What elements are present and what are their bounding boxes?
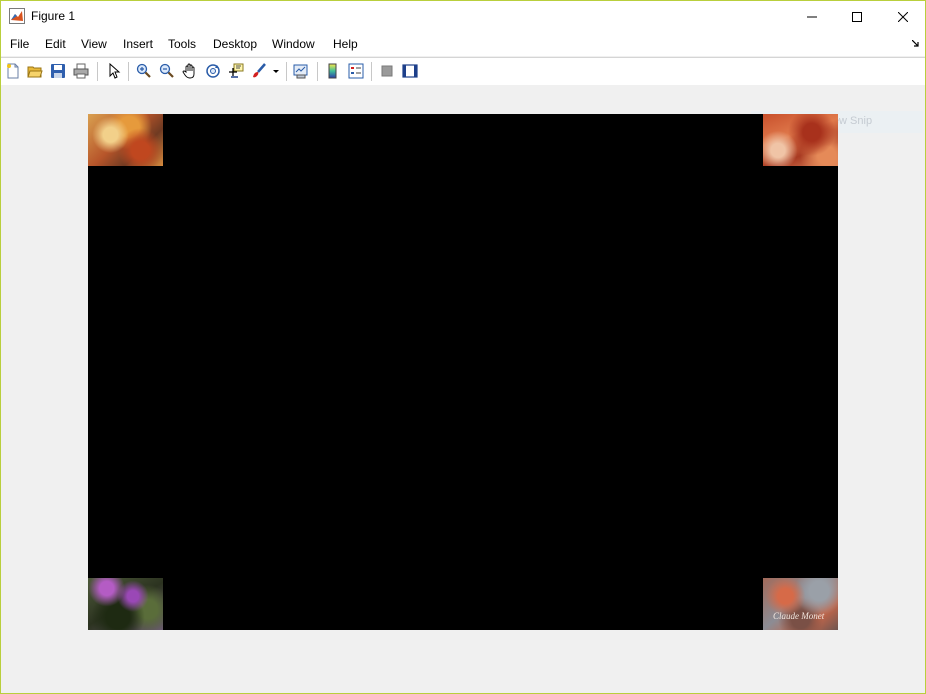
close-button[interactable]: [880, 1, 925, 32]
zoom-out-button[interactable]: [158, 62, 176, 80]
insert-colorbar-button[interactable]: [324, 62, 342, 80]
maximize-button[interactable]: [834, 1, 880, 32]
toolbar-separator: [371, 62, 372, 81]
new-figure-button[interactable]: [4, 62, 22, 80]
dock-arrow-icon[interactable]: [912, 40, 920, 48]
zoom-in-button[interactable]: [135, 62, 153, 80]
pan-icon: [182, 63, 195, 79]
save-figure-icon: [51, 64, 65, 78]
title-bar[interactable]: Figure 1: [1, 1, 925, 32]
save-figure-button[interactable]: [49, 62, 67, 80]
menu-tools[interactable]: Tools: [168, 37, 196, 51]
rotate-3d-icon: [206, 64, 220, 78]
menu-view[interactable]: View: [81, 37, 107, 51]
red-painting-thumbnail: [763, 114, 838, 166]
toolbar-separator: [317, 62, 318, 81]
insert-colorbar-icon: [328, 63, 337, 79]
menu-help[interactable]: Help: [333, 37, 358, 51]
zoom-out-icon: [159, 63, 174, 78]
data-cursor-button[interactable]: [227, 62, 245, 80]
toolbar-separator: [97, 62, 98, 81]
show-plot-tools-button[interactable]: [401, 62, 419, 80]
menu-window[interactable]: Window: [272, 37, 315, 51]
brush-dropdown-button[interactable]: [271, 62, 281, 80]
hide-plot-tools-button[interactable]: [378, 62, 396, 80]
menu-insert[interactable]: Insert: [123, 37, 153, 51]
brush-icon: [253, 63, 266, 78]
toolbar-separator: [286, 62, 287, 81]
open-file-button[interactable]: [26, 62, 44, 80]
figure-window: Figure 1 File Edit View Insert Tools Des…: [0, 0, 926, 694]
autumn-painting-thumbnail: [88, 114, 163, 166]
insert-legend-icon: [348, 63, 364, 79]
print-figure-icon: [73, 63, 89, 79]
hide-plot-tools-icon: [381, 65, 393, 77]
menu-file[interactable]: File: [10, 37, 29, 51]
figure-canvas[interactable]: New Snip Claude Monet: [1, 85, 925, 693]
link-plot-icon: [293, 64, 308, 79]
toolbar-separator: [128, 62, 129, 81]
zoom-in-icon: [136, 63, 151, 78]
new-figure-icon: [7, 63, 19, 79]
maximize-icon: [852, 11, 862, 22]
minimize-icon: [807, 16, 817, 17]
close-icon: [898, 11, 908, 22]
edit-plot-icon: [109, 63, 121, 79]
flower-painting-thumbnail: [88, 578, 163, 630]
menu-edit[interactable]: Edit: [45, 37, 66, 51]
rotate-3d-button[interactable]: [204, 62, 222, 80]
painting-signature: Claude Monet: [773, 611, 825, 621]
image-axes[interactable]: Claude Monet: [88, 114, 838, 630]
edit-plot-button[interactable]: [105, 62, 123, 80]
window-title: Figure 1: [31, 9, 76, 23]
link-plot-button[interactable]: [292, 62, 310, 80]
matlab-icon: [9, 8, 25, 24]
figure-toolbar: [1, 57, 925, 86]
brush-button[interactable]: [250, 62, 268, 80]
minimize-button[interactable]: [789, 1, 835, 32]
open-file-icon: [27, 66, 43, 78]
pan-button[interactable]: [181, 62, 199, 80]
chevron-down-icon: [273, 70, 279, 73]
signed-painting-thumbnail: Claude Monet: [763, 578, 838, 630]
menu-bar: File Edit View Insert Tools Desktop Wind…: [1, 32, 925, 56]
print-figure-button[interactable]: [72, 62, 90, 80]
data-cursor-icon: [229, 63, 244, 78]
menu-desktop[interactable]: Desktop: [213, 37, 257, 51]
insert-legend-button[interactable]: [347, 62, 365, 80]
show-plot-tools-icon: [402, 64, 418, 78]
